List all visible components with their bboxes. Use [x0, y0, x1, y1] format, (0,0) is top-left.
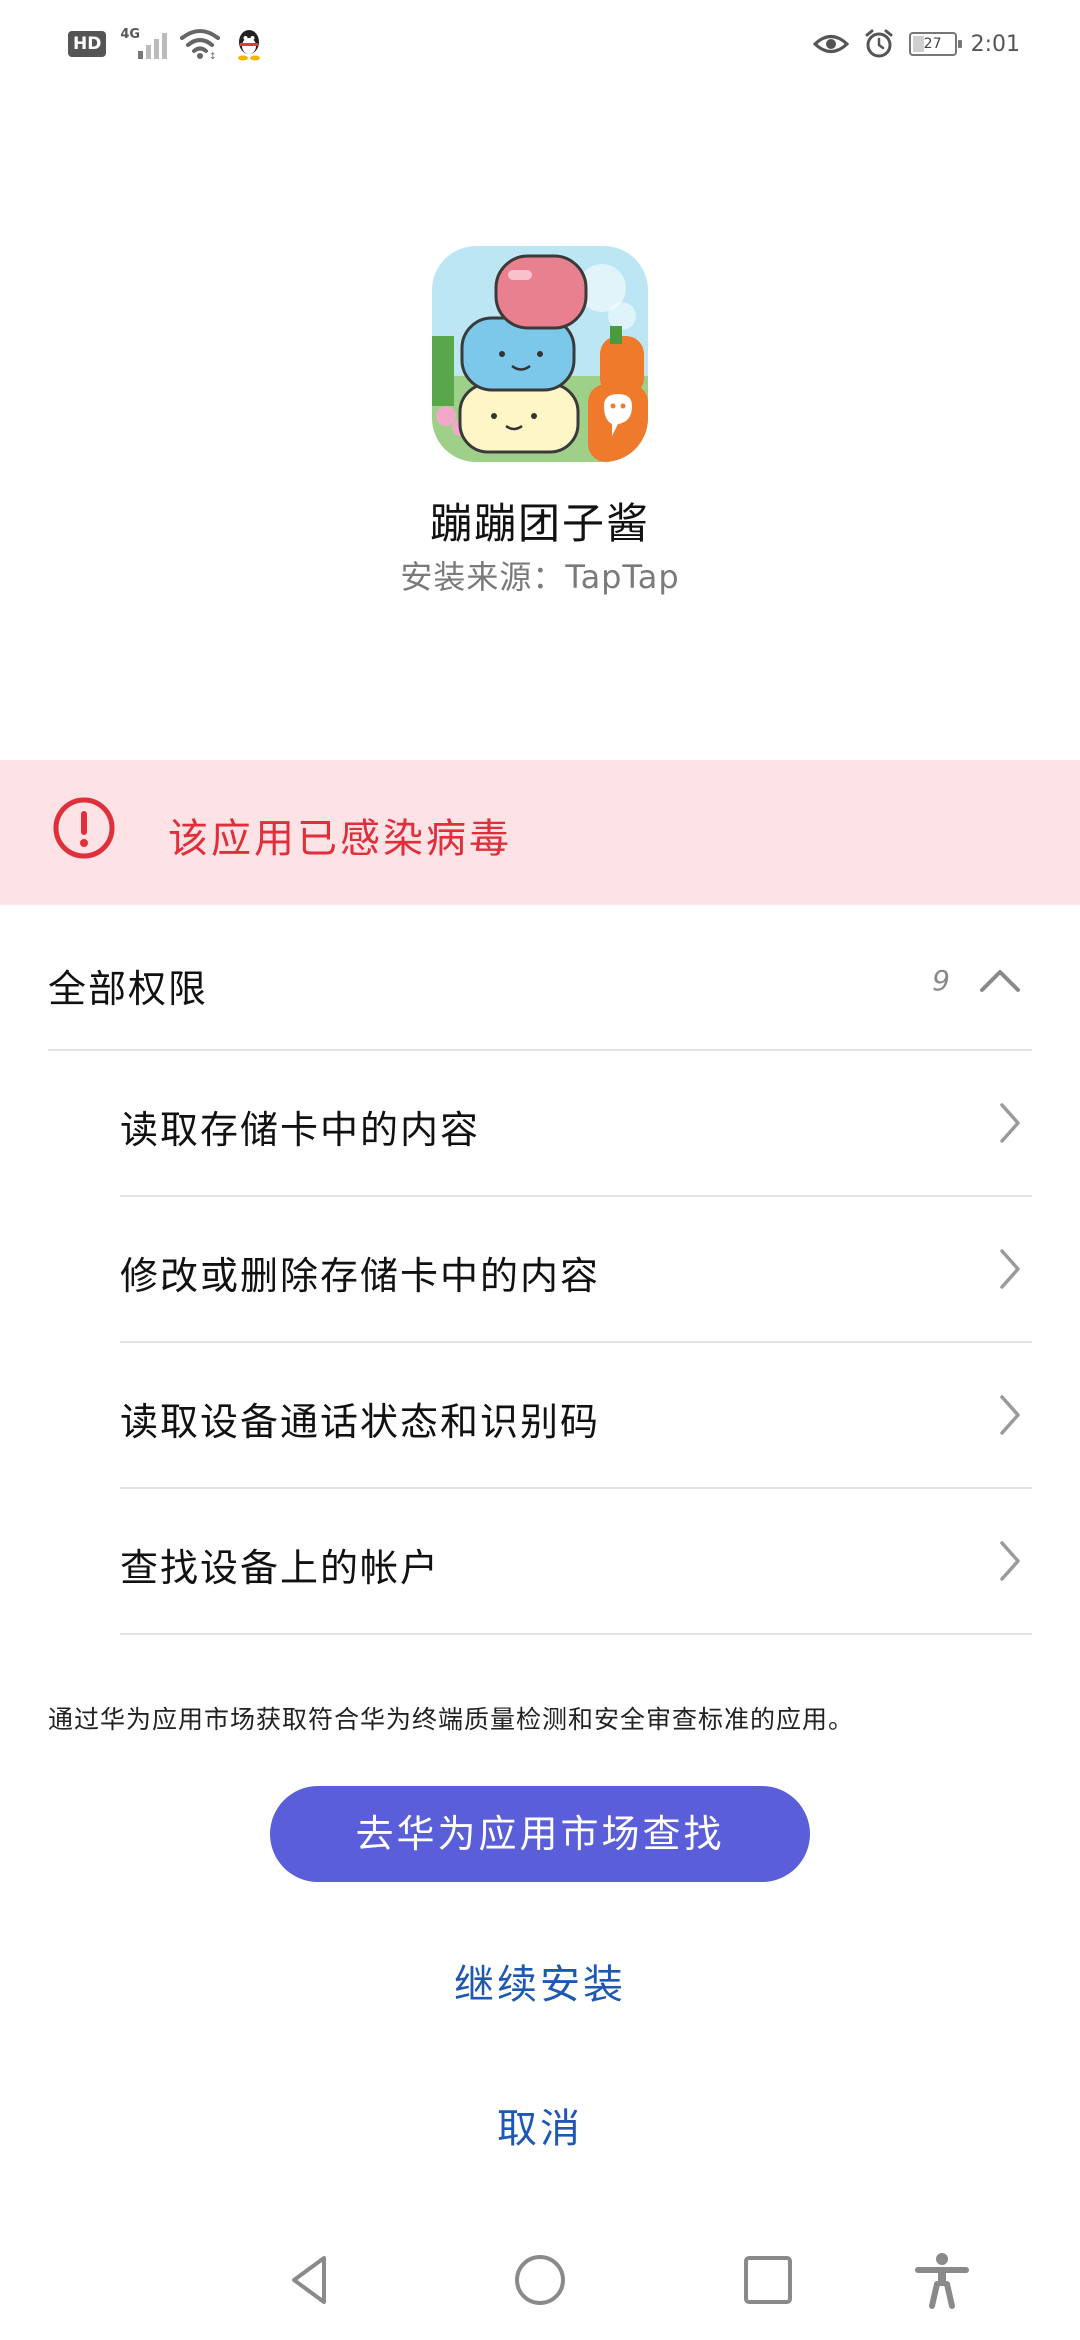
- chevron-right-icon: [1000, 1249, 1020, 1289]
- status-bar-right: 27 2:01: [812, 24, 1020, 64]
- clock: 2:01: [970, 31, 1020, 57]
- install-source: 安装来源：TapTap: [400, 558, 680, 596]
- home-icon[interactable]: [510, 2250, 570, 2310]
- market-note: 通过华为应用市场获取符合华为终端质量检测和安全审查标准的应用。: [48, 1705, 855, 1734]
- alarm-icon: [865, 29, 893, 58]
- network-type-label: 4G: [120, 27, 141, 42]
- find-in-appgallery-button[interactable]: 去华为应用市场查找: [270, 1786, 810, 1882]
- permission-item-accounts[interactable]: 查找设备上的帐户: [120, 1489, 1032, 1635]
- permission-item-read-storage[interactable]: 读取存储卡中的内容: [120, 1051, 1032, 1197]
- permission-item-phone-state[interactable]: 读取设备通话状态和识别码: [120, 1343, 1032, 1489]
- chevron-up-icon[interactable]: [978, 966, 1022, 994]
- wifi-icon: ↕: [180, 29, 221, 60]
- continue-install-button[interactable]: 继续安装: [0, 1952, 1080, 2010]
- battery-level: 27: [923, 36, 942, 52]
- cancel-button[interactable]: 取消: [0, 2096, 1080, 2154]
- chevron-right-icon: [1000, 1395, 1020, 1435]
- alert-icon: [53, 797, 115, 859]
- navigation-bar: [0, 2230, 1080, 2340]
- chevron-right-icon: [1000, 1103, 1020, 1143]
- back-icon[interactable]: [280, 2250, 340, 2310]
- permission-label: 读取设备通话状态和识别码: [120, 1400, 601, 1444]
- recents-icon[interactable]: [738, 2250, 798, 2310]
- permissions-header[interactable]: 全部权限 9: [48, 940, 1032, 1050]
- permission-item-modify-storage[interactable]: 修改或删除存储卡中的内容: [120, 1197, 1032, 1343]
- permissions-title: 全部权限: [48, 967, 209, 1011]
- qq-icon: [238, 30, 261, 61]
- virus-warning-banner: 该应用已感染病毒: [0, 760, 1080, 905]
- chevron-right-icon: [1000, 1541, 1020, 1581]
- eye-comfort-icon: [812, 35, 849, 53]
- cellular-signal-icon: 4G: [120, 27, 168, 61]
- permissions-count: 9: [932, 964, 950, 997]
- battery-icon: 27: [908, 32, 962, 56]
- status-bar-left: HD 4G ↕: [68, 24, 264, 64]
- hd-badge: HD: [68, 31, 107, 57]
- warning-text: 该应用已感染病毒: [168, 816, 512, 862]
- permission-label: 修改或删除存储卡中的内容: [120, 1254, 601, 1298]
- permission-label: 查找设备上的帐户: [120, 1546, 441, 1590]
- status-bar: HD 4G ↕ 27 2:01: [0, 0, 1080, 90]
- app-icon: [432, 246, 648, 462]
- permission-list: 读取存储卡中的内容 修改或删除存储卡中的内容 读取设备通话状态和识别码 查找设备…: [120, 1051, 1032, 1635]
- app-name: 蹦蹦团子酱: [429, 499, 650, 548]
- svg-text:↕: ↕: [209, 52, 217, 60]
- accessibility-icon[interactable]: [912, 2250, 972, 2310]
- permission-label: 读取存储卡中的内容: [120, 1108, 481, 1152]
